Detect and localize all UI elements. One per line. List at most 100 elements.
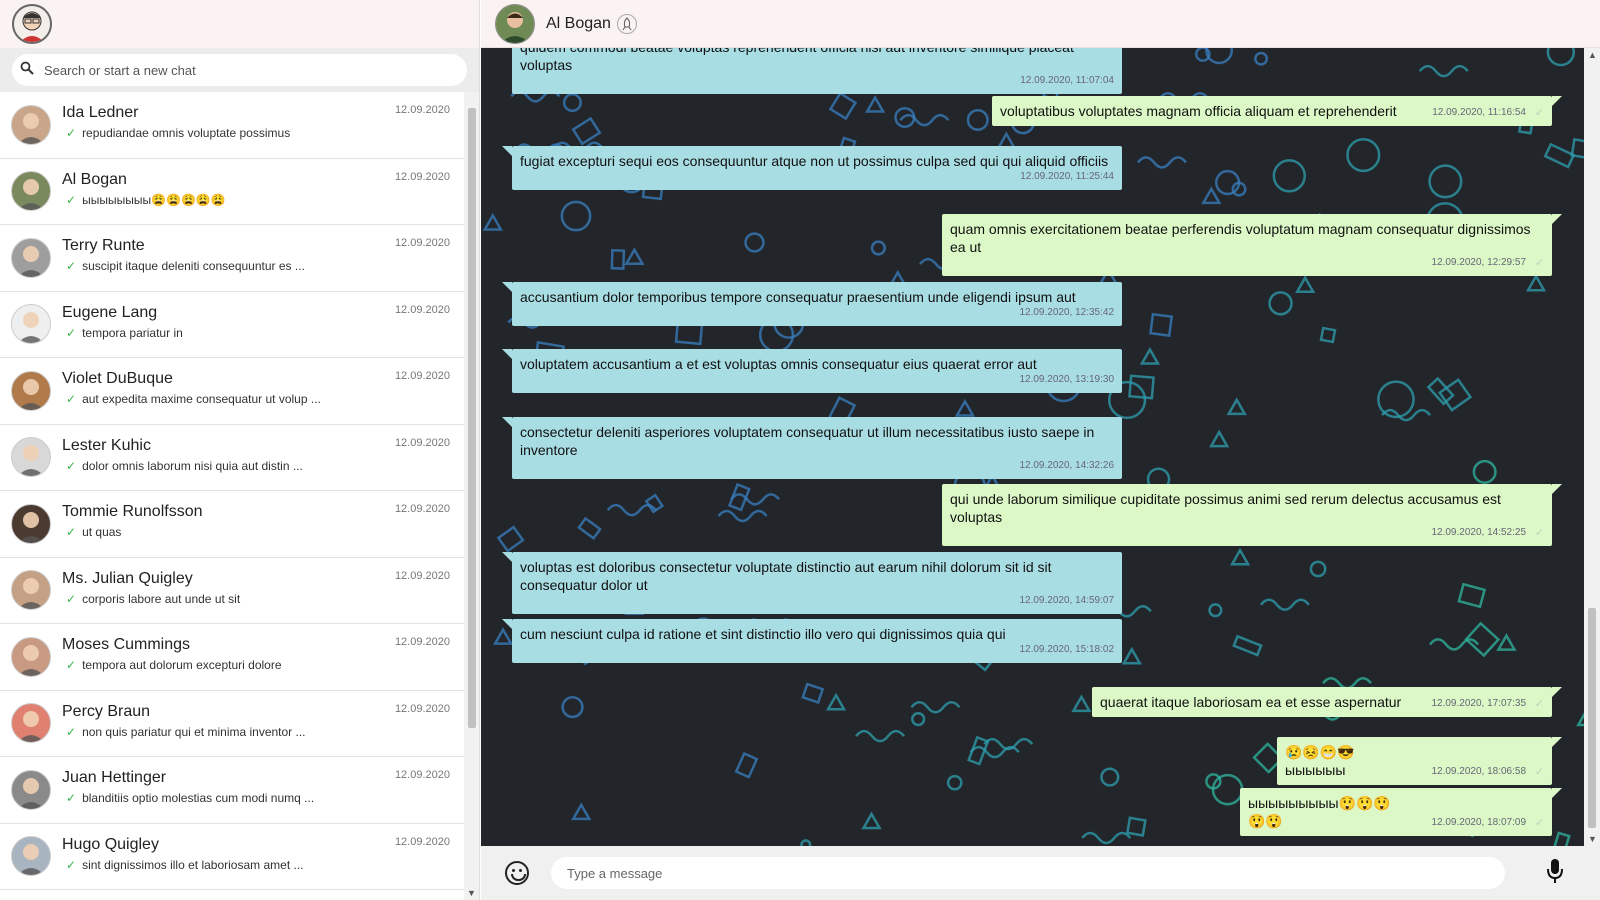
chat-list-item[interactable]: Ms. Julian Quigley ✓ corporis labore aut… bbox=[0, 558, 464, 624]
incoming-message[interactable]: voluptas est doloribus consectetur volup… bbox=[502, 552, 1122, 614]
message-timestamp: 12.09.2020, 11:07:04 bbox=[1020, 75, 1114, 86]
contact-avatar bbox=[11, 636, 51, 677]
contact-avatar bbox=[11, 503, 51, 544]
user-avatar[interactable] bbox=[12, 4, 52, 44]
read-check-icon: ✓ bbox=[1534, 107, 1544, 119]
chat-preview-text: ыыыыыыыы😩😩😩😩😩 bbox=[82, 192, 226, 207]
chat-name: Ida Ledner bbox=[62, 104, 139, 122]
message-timestamp: 12.09.2020, 12:35:42 bbox=[1019, 307, 1114, 318]
chat-preview: ✓ repudiandae omnis voluptate possimus bbox=[62, 126, 290, 140]
chat-info: Terry Runte ✓ suscipit itaque deleniti c… bbox=[62, 236, 305, 273]
contact-avatar bbox=[11, 703, 51, 744]
emoji-icon[interactable] bbox=[505, 861, 529, 885]
chat-list-item[interactable]: Al Bogan ✓ ыыыыыыыы😩😩😩😩😩 12.09.2020 bbox=[0, 159, 464, 225]
outgoing-message[interactable]: quam omnis exercitationem beatae perfere… bbox=[942, 214, 1562, 276]
message-scrollbar[interactable]: ▲ ▼ bbox=[1584, 48, 1600, 846]
incoming-message[interactable]: consectetur deleniti asperiores voluptat… bbox=[502, 417, 1122, 479]
chat-list-item[interactable]: Hugo Quigley ✓ sint dignissimos illo et … bbox=[0, 824, 464, 890]
message-scroll-thumb[interactable] bbox=[1588, 608, 1596, 828]
chat-preview: ✓ suscipit itaque deleniti consequuntur … bbox=[62, 259, 305, 273]
message-composer bbox=[481, 846, 1600, 900]
conversation-panel: Al Bogan quidem commodi beatae voluptas … bbox=[481, 0, 1600, 900]
chat-list-item[interactable]: Percy Braun ✓ non quis pariatur qui et m… bbox=[0, 691, 464, 757]
message-timestamp: 12.09.2020, 14:59:07 bbox=[1019, 595, 1114, 606]
conversation-header[interactable]: Al Bogan bbox=[481, 0, 1600, 48]
incoming-message[interactable]: fugiat excepturi sequi eos consequuntur … bbox=[502, 146, 1122, 190]
scroll-up-arrow-icon[interactable]: ▲ bbox=[1588, 50, 1597, 60]
chat-name: Percy Braun bbox=[62, 702, 151, 720]
chat-list-scrollbar[interactable]: ▼ bbox=[464, 92, 479, 900]
chat-list-item[interactable]: Violet DuBuque ✓ aut expedita maxime con… bbox=[0, 358, 464, 425]
contact-avatar bbox=[11, 104, 51, 145]
chat-date: 12.09.2020 bbox=[394, 702, 450, 715]
chat-preview: ✓ tempora aut dolorum excepturi dolore bbox=[62, 658, 282, 672]
chat-name: Al Bogan bbox=[62, 170, 127, 188]
chat-preview: ✓ dolor omnis laborum nisi quia aut dist… bbox=[62, 459, 303, 473]
chat-info: Percy Braun ✓ non quis pariatur qui et m… bbox=[62, 702, 306, 739]
chat-date: 12.09.2020 bbox=[394, 769, 450, 781]
incoming-message[interactable]: voluptatem accusantium a et est voluptas… bbox=[502, 349, 1122, 393]
scroll-down-arrow-icon[interactable]: ▼ bbox=[467, 888, 476, 898]
incoming-message[interactable]: cum nesciunt culpa id ratione et sint di… bbox=[502, 619, 1122, 663]
message-input[interactable] bbox=[551, 857, 1505, 889]
chat-list-item[interactable]: Terry Runte ✓ suscipit itaque deleniti c… bbox=[0, 225, 464, 292]
microphone-icon[interactable] bbox=[1545, 858, 1565, 889]
message-text: qui unde laborum similique cupiditate po… bbox=[950, 491, 1501, 525]
chat-preview-text: dolor omnis laborum nisi quia aut distin… bbox=[82, 458, 303, 473]
chat-info: Al Bogan ✓ ыыыыыыыы😩😩😩😩😩 bbox=[62, 170, 226, 207]
rocket-icon bbox=[616, 13, 637, 34]
chat-name: Ms. Julian Quigley bbox=[62, 569, 193, 587]
chat-name: Violet DuBuque bbox=[62, 370, 173, 388]
chat-list-scroll-thumb[interactable] bbox=[468, 108, 476, 728]
incoming-message[interactable]: accusantium dolor temporibus tempore con… bbox=[502, 282, 1122, 326]
chat-list-item[interactable]: Moses Cummings ✓ tempora aut dolorum exc… bbox=[0, 624, 464, 691]
message-timestamp: 12.09.2020, 13:19:30 bbox=[1019, 374, 1114, 385]
message-timestamp: 12.09.2020, 15:18:02 bbox=[1019, 644, 1114, 655]
chat-info: Juan Hettinger ✓ blanditiis optio molest… bbox=[62, 768, 314, 805]
search-box[interactable] bbox=[12, 54, 467, 86]
chat-preview: ✓ ыыыыыыыы😩😩😩😩😩 bbox=[62, 193, 226, 207]
read-check-icon: ✓ bbox=[66, 724, 77, 739]
read-check-icon: ✓ bbox=[66, 392, 77, 407]
chat-date: 12.09.2020 bbox=[394, 503, 450, 515]
chat-list-item[interactable]: Ida Ledner ✓ repudiandae omnis voluptate… bbox=[0, 92, 464, 159]
outgoing-message[interactable]: voluptatibus voluptates magnam officia a… bbox=[992, 96, 1562, 126]
chat-preview-text: tempora pariatur in bbox=[82, 325, 183, 340]
contact-avatar bbox=[11, 370, 51, 411]
chat-name: Lester Kuhic bbox=[62, 436, 151, 454]
chat-preview-text: tempora aut dolorum excepturi dolore bbox=[82, 658, 282, 673]
contact-avatar bbox=[11, 237, 51, 278]
chat-list-item[interactable]: Juan Hettinger ✓ blanditiis optio molest… bbox=[0, 757, 464, 824]
chat-date: 12.09.2020 bbox=[394, 835, 450, 848]
chat-preview: ✓ tempora pariatur in bbox=[62, 326, 183, 340]
incoming-message[interactable]: quidem commodi beatae voluptas reprehend… bbox=[512, 48, 1122, 94]
outgoing-message[interactable]: ыыыыыыыыы😲😲😲😲😲 12.09.2020, 18:07:09 ✓ bbox=[1240, 788, 1562, 836]
outgoing-message[interactable]: quaerat itaque laboriosam ea et esse asp… bbox=[1092, 687, 1562, 717]
contact-name: Al Bogan bbox=[546, 14, 611, 32]
contact-avatar bbox=[11, 304, 51, 345]
scroll-down-arrow-icon[interactable]: ▼ bbox=[1588, 834, 1597, 844]
read-check-icon: ✓ bbox=[66, 658, 77, 673]
sidebar: Ida Ledner ✓ repudiandae omnis voluptate… bbox=[0, 0, 480, 900]
message-timestamp: 12.09.2020, 11:16:54 bbox=[1432, 107, 1526, 118]
chat-list-item[interactable]: Eugene Lang ✓ tempora pariatur in 12.09.… bbox=[0, 292, 464, 358]
outgoing-message[interactable]: qui unde laborum similique cupiditate po… bbox=[942, 484, 1562, 546]
message-timestamp: 12.09.2020, 17:07:35 bbox=[1431, 698, 1526, 709]
chat-name: Tommie Runolfsson bbox=[62, 503, 203, 521]
read-check-icon: ✓ bbox=[1534, 527, 1544, 539]
contact-avatar bbox=[11, 437, 51, 478]
contact-avatar bbox=[11, 570, 51, 611]
chat-date: 12.09.2020 bbox=[394, 636, 450, 648]
outgoing-message[interactable]: 😢😣😁😎ыыыыыы 12.09.2020, 18:06:58 ✓ bbox=[1277, 737, 1562, 785]
contact-avatar[interactable] bbox=[495, 3, 535, 44]
chat-list-item[interactable]: Tommie Runolfsson ✓ ut quas 12.09.2020 bbox=[0, 491, 464, 558]
chat-preview: ✓ aut expedita maxime consequatur ut vol… bbox=[62, 392, 321, 406]
chat-name: Terry Runte bbox=[62, 237, 145, 255]
chat-list-item[interactable]: Lester Kuhic ✓ dolor omnis laborum nisi … bbox=[0, 425, 464, 491]
read-check-icon: ✓ bbox=[66, 325, 77, 340]
search-input[interactable] bbox=[44, 62, 424, 78]
read-check-icon: ✓ bbox=[66, 126, 77, 141]
chat-info: Moses Cummings ✓ tempora aut dolorum exc… bbox=[62, 635, 282, 672]
message-area[interactable]: quidem commodi beatae voluptas reprehend… bbox=[481, 48, 1584, 846]
message-timestamp: 12.09.2020, 18:06:58 bbox=[1431, 766, 1526, 777]
